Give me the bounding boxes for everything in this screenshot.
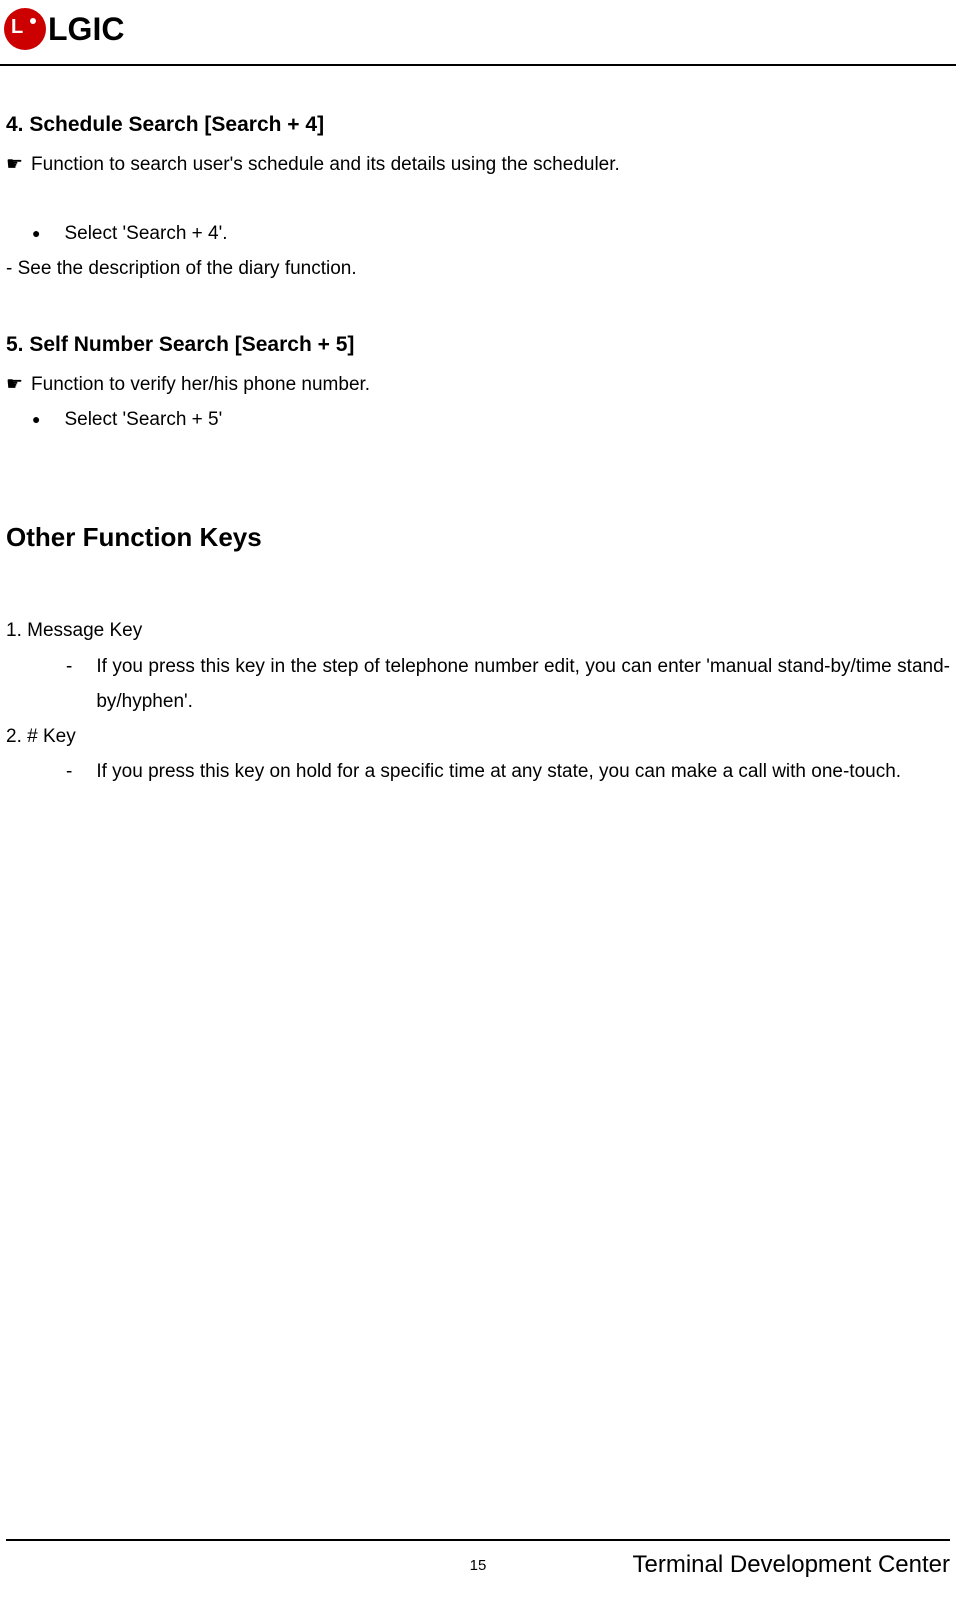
section-4-bullet-text: Select 'Search + 4'. <box>64 216 227 251</box>
pointer-icon: ☛ <box>6 147 23 182</box>
other-functions-heading: Other Function Keys <box>6 513 950 561</box>
footer-divider <box>6 1539 950 1541</box>
item-1-description: - If you press this key in the step of t… <box>6 649 950 719</box>
logo-text: LGIC <box>48 11 124 48</box>
item-2-text: If you press this key on hold for a spec… <box>96 754 950 789</box>
section-4-note: - See the description of the diary funct… <box>6 251 950 286</box>
section-5-bullet-text: Select 'Search + 5' <box>64 402 222 437</box>
page-footer: 15 Terminal Development Center <box>0 1539 956 1579</box>
bullet-icon: ● <box>32 216 40 251</box>
section-4-heading: 4. Schedule Search [Search + 4] <box>6 106 950 145</box>
section-5-description: ☛ Function to verify her/his phone numbe… <box>6 367 950 402</box>
footer-row: 15 Terminal Development Center <box>0 1551 956 1579</box>
lg-logo-icon <box>4 8 46 50</box>
section-5-bullet: ● Select 'Search + 5' <box>6 402 950 437</box>
item-1-text: If you press this key in the step of tel… <box>96 649 950 719</box>
dash-icon: - <box>66 754 72 789</box>
section-4-description: ☛ Function to search user's schedule and… <box>6 147 950 182</box>
footer-text: Terminal Development Center <box>633 1551 950 1579</box>
pointer-icon: ☛ <box>6 367 23 402</box>
page-number: 15 <box>470 1557 487 1574</box>
section-5-heading: 5. Self Number Search [Search + 5] <box>6 326 950 365</box>
section-4-bullet: ● Select 'Search + 4'. <box>6 216 950 251</box>
section-5-desc-text: Function to verify her/his phone number. <box>31 367 370 402</box>
page-header: LGIC <box>0 0 956 58</box>
item-2-description: - If you press this key on hold for a sp… <box>6 754 950 789</box>
item-2-label: 2. # Key <box>6 719 950 754</box>
page-content: 4. Schedule Search [Search + 4] ☛ Functi… <box>0 66 956 789</box>
section-4-desc-text: Function to search user's schedule and i… <box>31 147 620 182</box>
bullet-icon: ● <box>32 402 40 437</box>
item-1-label: 1. Message Key <box>6 613 950 648</box>
dash-icon: - <box>66 649 72 719</box>
